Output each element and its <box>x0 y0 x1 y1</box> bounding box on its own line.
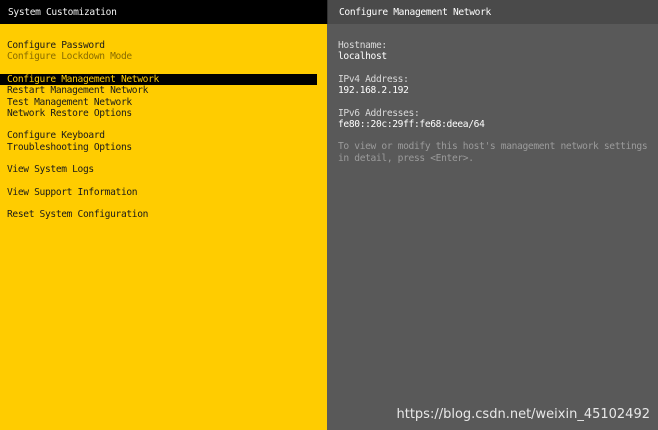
right-pane-title: Configure Management Network <box>339 7 491 18</box>
menu-item-configure-lockdown-mode[interactable]: Configure Lockdown Mode <box>0 51 317 62</box>
left-pane-title: System Customization <box>8 7 117 18</box>
menu-item-troubleshooting-options[interactable]: Troubleshooting Options <box>0 142 317 153</box>
dcui-screen: System Customization Configure Password … <box>0 0 658 430</box>
watermark-text: https://blog.csdn.net/weixin_45102492 <box>396 406 650 422</box>
menu-item-configure-keyboard[interactable]: Configure Keyboard <box>0 130 317 141</box>
menu-item-restart-management-network[interactable]: Restart Management Network <box>0 85 317 96</box>
menu-item-view-system-logs[interactable]: View System Logs <box>0 164 317 175</box>
menu-item-configure-password[interactable]: Configure Password <box>0 40 317 51</box>
network-info: Hostname: localhost IPv4 Address: 192.16… <box>338 40 650 164</box>
system-customization-pane: System Customization Configure Password … <box>0 0 327 430</box>
details-pane: Configure Management Network Hostname: l… <box>327 0 658 430</box>
customization-menu: Configure Password Configure Lockdown Mo… <box>0 40 327 220</box>
hostname-value: localhost <box>338 51 387 63</box>
menu-item-test-management-network[interactable]: Test Management Network <box>0 97 317 108</box>
help-hint: To view or modify this host's management… <box>338 141 648 164</box>
left-pane-header: System Customization <box>0 0 327 24</box>
menu-item-reset-system-configuration[interactable]: Reset System Configuration <box>0 209 317 220</box>
ipv6-label: IPv6 Addresses: <box>338 107 420 119</box>
ipv4-label: IPv4 Address: <box>338 73 409 85</box>
right-pane-header: Configure Management Network <box>327 0 658 24</box>
ipv4-value: 192.168.2.192 <box>338 85 409 97</box>
hostname-label: Hostname: <box>338 40 387 51</box>
menu-item-configure-management-network[interactable]: Configure Management Network <box>0 73 317 86</box>
menu-item-view-support-information[interactable]: View Support Information <box>0 187 317 198</box>
menu-item-network-restore-options[interactable]: Network Restore Options <box>0 108 317 119</box>
ipv6-value: fe80::20c:29ff:fe68:deea/64 <box>338 118 485 130</box>
